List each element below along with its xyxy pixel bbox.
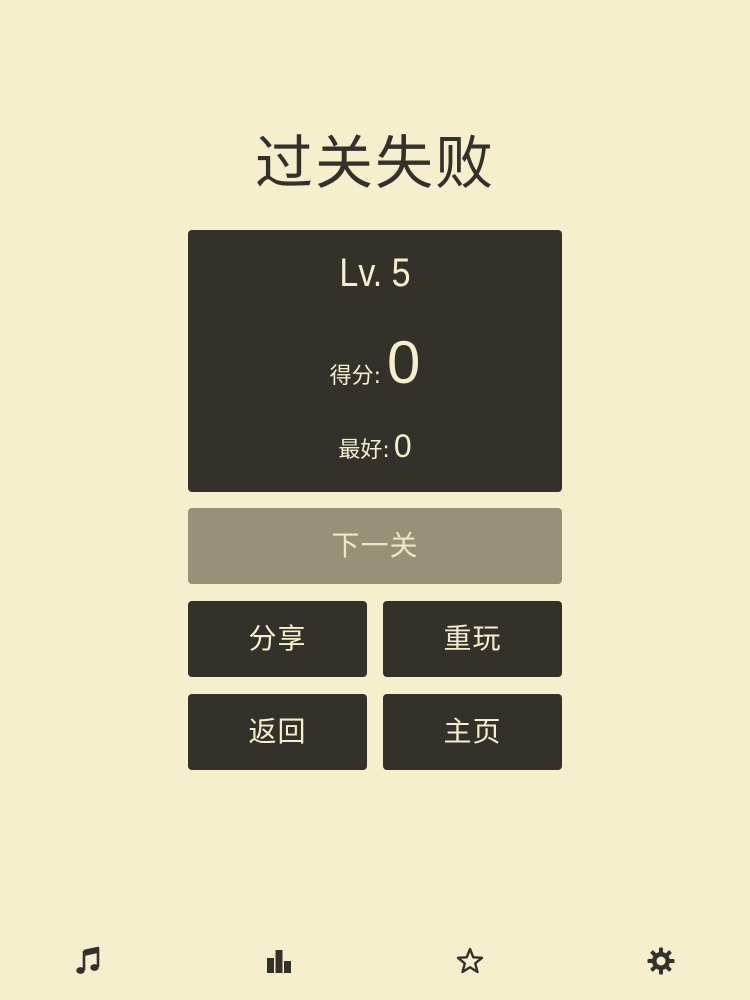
next-level-button[interactable]: 下一关	[188, 508, 562, 584]
score-row: 得分: 0	[0, 330, 750, 396]
music-icon[interactable]	[72, 945, 104, 977]
best-score-row: 最好: 0	[0, 428, 750, 465]
page-title: 过关失败	[254, 129, 495, 197]
replay-button[interactable]: 重玩	[383, 601, 562, 677]
back-button[interactable]: 返回	[188, 694, 367, 770]
score-label: 得分:	[329, 364, 382, 389]
share-button[interactable]: 分享	[188, 601, 367, 677]
settings-icon[interactable]	[645, 945, 677, 977]
star-icon[interactable]	[454, 945, 486, 977]
score-value: 0	[387, 329, 421, 396]
level-label: Lv. 5	[339, 251, 411, 295]
stats-icon[interactable]	[263, 945, 295, 977]
best-score-value: 0	[393, 428, 412, 464]
best-score-label: 最好:	[338, 438, 390, 463]
home-button[interactable]: 主页	[383, 694, 562, 770]
